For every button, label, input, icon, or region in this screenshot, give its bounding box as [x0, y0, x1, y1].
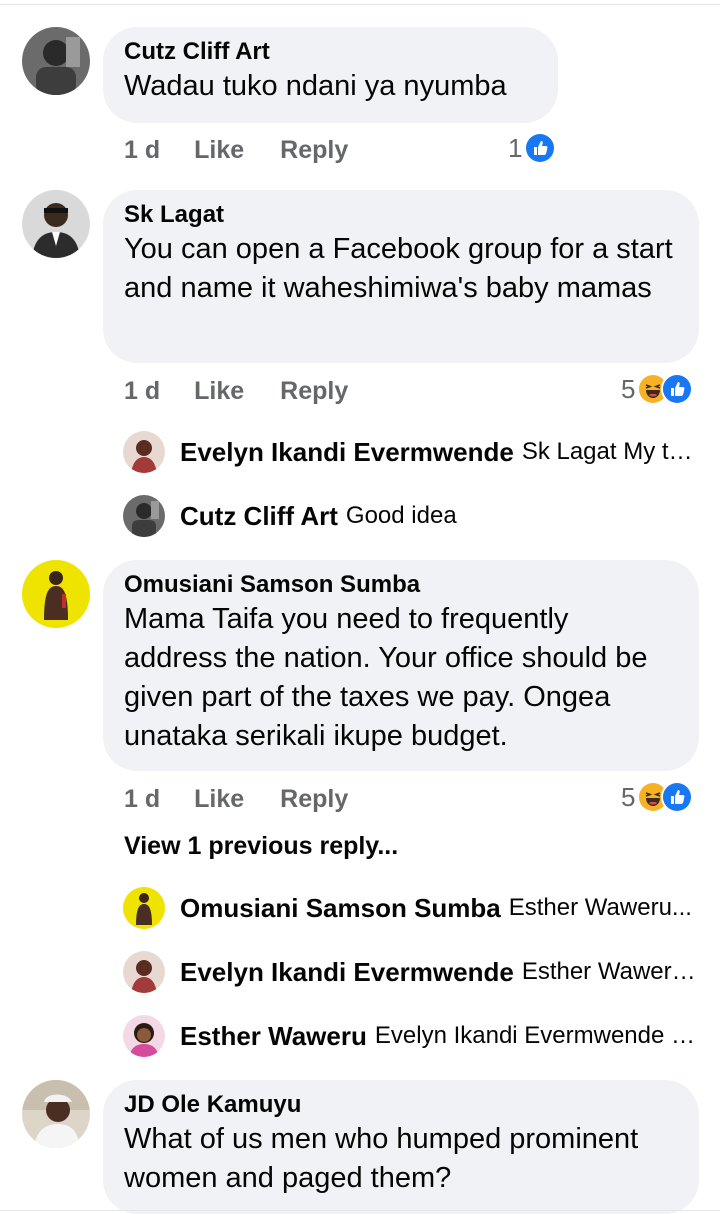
like-icon [524, 132, 557, 164]
reply-preview[interactable]: Omusiani Samson Sumba Esther Waweru... [180, 888, 700, 928]
reply-author[interactable]: Omusiani Samson Sumba [180, 893, 501, 924]
reaction-summary[interactable]: 1 [508, 131, 557, 165]
reply-author[interactable]: Evelyn Ikandi Evermwende [180, 957, 514, 988]
reply-button[interactable]: Reply [280, 136, 348, 165]
like-button[interactable]: Like [194, 136, 244, 165]
comment-bubble: Cutz Cliff Art Wadau tuko ndani ya nyumb… [103, 27, 558, 123]
reaction-summary[interactable]: 5 [621, 372, 694, 406]
reply-avatar[interactable] [123, 431, 165, 473]
comment-text: You can open a Facebook group for a star… [124, 233, 673, 304]
comment-author[interactable]: Omusiani Samson Sumba [124, 570, 677, 600]
comment-bubble: Omusiani Samson Sumba Mama Taifa you nee… [103, 560, 699, 771]
reply-text: Good idea [345, 502, 457, 529]
comment-bubble: JD Ole Kamuyu What of us men who humped … [103, 1080, 699, 1214]
avatar[interactable] [22, 27, 90, 95]
comment-bubble: Sk Lagat You can open a Facebook group f… [103, 190, 699, 363]
avatar[interactable] [22, 1080, 90, 1148]
comment-time[interactable]: 1 d [124, 377, 160, 406]
reply-text: Esther Waweru ... [521, 958, 700, 985]
comment-author[interactable]: JD Ole Kamuyu [124, 1090, 677, 1120]
reply-preview[interactable]: Esther Waweru Evelyn Ikandi Evermwende i… [180, 1016, 700, 1056]
reply-avatar[interactable] [123, 887, 165, 929]
comment-actions: 1 d Like Reply [124, 782, 384, 816]
comment-actions: 1 d Like Reply [124, 133, 384, 167]
comment-text: What of us men who humped prominent wome… [124, 1123, 639, 1194]
comment-time[interactable]: 1 d [124, 785, 160, 814]
reply-author[interactable]: Evelyn Ikandi Evermwende [180, 437, 514, 468]
reply-preview[interactable]: Evelyn Ikandi Evermwende Esther Waweru .… [180, 952, 700, 992]
reply-text: Esther Waweru... [508, 894, 692, 921]
like-icon [661, 373, 694, 405]
reaction-count: 1 [508, 132, 523, 163]
reply-preview[interactable]: Evelyn Ikandi Evermwende Sk Lagat My th.… [180, 432, 700, 472]
bottom-divider [0, 1210, 720, 1211]
reply-button[interactable]: Reply [280, 377, 348, 406]
reply-text: Sk Lagat My th... [521, 438, 700, 465]
reaction-count: 5 [621, 373, 636, 404]
comment-actions: 1 d Like Reply [124, 374, 384, 408]
reply-author[interactable]: Cutz Cliff Art [180, 501, 338, 532]
comment-time[interactable]: 1 d [124, 136, 160, 165]
comment-text: Mama Taifa you need to frequently addres… [124, 603, 648, 752]
avatar[interactable] [22, 190, 90, 258]
reply-button[interactable]: Reply [280, 785, 348, 814]
view-previous-replies-link[interactable]: View 1 previous reply... [124, 832, 398, 861]
comment-author[interactable]: Cutz Cliff Art [124, 37, 536, 67]
like-button[interactable]: Like [194, 377, 244, 406]
like-icon [661, 781, 694, 813]
comment-author[interactable]: Sk Lagat [124, 200, 677, 230]
comment-text: Wadau tuko ndani ya nyumba [124, 70, 507, 102]
reply-author[interactable]: Esther Waweru [180, 1021, 367, 1052]
like-button[interactable]: Like [194, 785, 244, 814]
top-divider [0, 4, 720, 5]
reaction-count: 5 [621, 781, 636, 812]
reply-avatar[interactable] [123, 1015, 165, 1057]
reply-avatar[interactable] [123, 495, 165, 537]
avatar[interactable] [22, 560, 90, 628]
reply-avatar[interactable] [123, 951, 165, 993]
reaction-summary[interactable]: 5 [621, 780, 694, 814]
reply-preview[interactable]: Cutz Cliff Art Good idea [180, 496, 700, 536]
reply-text: Evelyn Ikandi Evermwende it... [374, 1022, 700, 1049]
